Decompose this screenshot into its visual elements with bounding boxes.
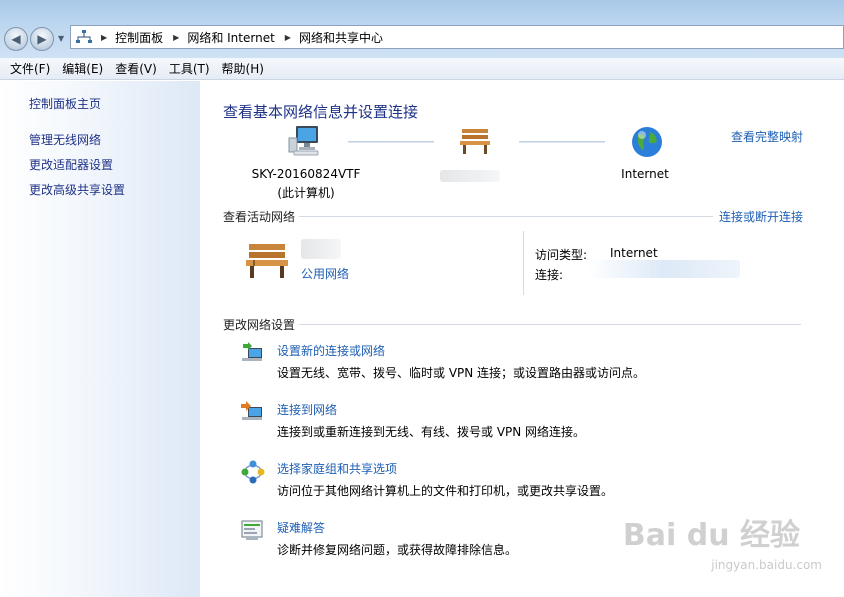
forward-arrow-icon: ▶: [37, 32, 47, 46]
access-type-value: Internet: [610, 246, 658, 260]
sidebar-link-control-panel-home[interactable]: 控制面板主页: [29, 95, 101, 112]
baidu-watermark-url: jingyan.baidu.com: [711, 558, 822, 572]
breadcrumb-control-panel[interactable]: 控制面板: [115, 29, 163, 46]
public-network-link[interactable]: 公用网络: [301, 265, 349, 282]
redacted-network-name: [440, 170, 500, 182]
network-location-icon: [75, 29, 93, 45]
redacted-network-name: [301, 239, 341, 259]
setup-new-connection-desc: 设置无线、宽带、拨号、临时或 VPN 连接；或设置路由器或访问点。: [277, 366, 646, 380]
computer-name-label: SKY-20160824VTF (此计算机): [246, 167, 366, 201]
back-arrow-icon: ◀: [11, 32, 21, 46]
map-link-line: [519, 141, 605, 143]
baidu-watermark: Bai du 经验: [622, 518, 800, 553]
recent-pages-dropdown-icon[interactable]: ▼: [58, 34, 64, 43]
map-link-line: [348, 141, 434, 143]
globe-icon: [631, 126, 663, 161]
troubleshoot-icon: [240, 519, 268, 545]
active-networks-heading-text: 查看活动网络: [223, 210, 296, 224]
breadcrumb-separator-icon: ▶: [101, 32, 108, 42]
breadcrumb-separator-icon[interactable]: ▶: [173, 33, 179, 42]
setup-new-connection-link[interactable]: 设置新的连接或网络: [277, 342, 385, 359]
active-networks-heading: 查看活动网络: [223, 208, 723, 225]
breadcrumb-separator-icon[interactable]: ▶: [285, 33, 291, 42]
heading-rule: [299, 216, 714, 217]
menu-tools[interactable]: 工具(T): [163, 60, 216, 77]
breadcrumb-network-internet[interactable]: 网络和 Internet: [187, 29, 274, 46]
connect-to-network-desc: 连接到或重新连接到无线、有线、拨号或 VPN 网络连接。: [277, 425, 586, 439]
sidebar: 控制面板主页 管理无线网络 更改适配器设置 更改高级共享设置: [0, 81, 200, 597]
troubleshoot-link[interactable]: 疑难解答: [277, 519, 325, 536]
troubleshoot-desc: 诊断并修复网络问题，或获得故障排除信息。: [277, 543, 518, 557]
connect-disconnect-link[interactable]: 连接或断开连接: [719, 208, 803, 225]
title-bar: ◀ ▶ ▼ ▶ 控制面板 ▶ 网络和 Internet ▶ 网络和共享中心: [0, 0, 844, 58]
computer-sub-label: (此计算机): [277, 186, 335, 200]
menu-edit[interactable]: 编辑(E): [56, 60, 109, 77]
connection-label: 连接:: [535, 268, 564, 282]
page-title: 查看基本网络信息并设置连接: [223, 103, 419, 121]
forward-button[interactable]: ▶: [30, 27, 54, 51]
connect-to-network-link[interactable]: 连接到网络: [277, 401, 337, 418]
connect-network-icon: [240, 401, 268, 427]
menu-bar: 文件(F) 编辑(E) 查看(V) 工具(T) 帮助(H): [0, 58, 844, 80]
change-settings-heading-text: 更改网络设置: [223, 318, 296, 332]
redacted-connection-name[interactable]: [588, 260, 740, 278]
menu-help[interactable]: 帮助(H): [216, 60, 270, 77]
bench-icon: [458, 127, 492, 158]
back-button[interactable]: ◀: [4, 27, 28, 51]
computer-name: SKY-20160824VTF: [251, 167, 361, 181]
homegroup-sharing-link[interactable]: 选择家庭组和共享选项: [277, 460, 397, 477]
change-settings-heading: 更改网络设置: [223, 316, 803, 333]
new-connection-icon: [240, 342, 268, 368]
address-bar[interactable]: ▶ 控制面板 ▶ 网络和 Internet ▶ 网络和共享中心: [70, 25, 844, 49]
public-network-bench-icon: [243, 241, 291, 282]
sidebar-link-advanced-sharing[interactable]: 更改高级共享设置: [29, 181, 125, 198]
homegroup-icon: [240, 460, 268, 486]
sidebar-link-adapter-settings[interactable]: 更改适配器设置: [29, 156, 113, 173]
menu-view[interactable]: 查看(V): [109, 60, 163, 77]
breadcrumb: ▶ 控制面板 ▶ 网络和 Internet ▶ 网络和共享中心: [99, 29, 383, 46]
full-map-link[interactable]: 查看完整映射: [731, 128, 803, 145]
homegroup-sharing-desc: 访问位于其他网络计算机上的文件和打印机，或更改共享设置。: [277, 484, 614, 498]
menu-file[interactable]: 文件(F): [4, 60, 56, 77]
heading-rule: [299, 324, 802, 325]
sidebar-link-manage-wireless[interactable]: 管理无线网络: [29, 131, 101, 148]
breadcrumb-network-sharing-center[interactable]: 网络和共享中心: [299, 29, 383, 46]
network-details-divider: [523, 231, 524, 295]
access-type-label: 访问类型:: [535, 248, 588, 262]
internet-label: Internet: [621, 167, 669, 181]
computer-icon: [288, 124, 322, 159]
